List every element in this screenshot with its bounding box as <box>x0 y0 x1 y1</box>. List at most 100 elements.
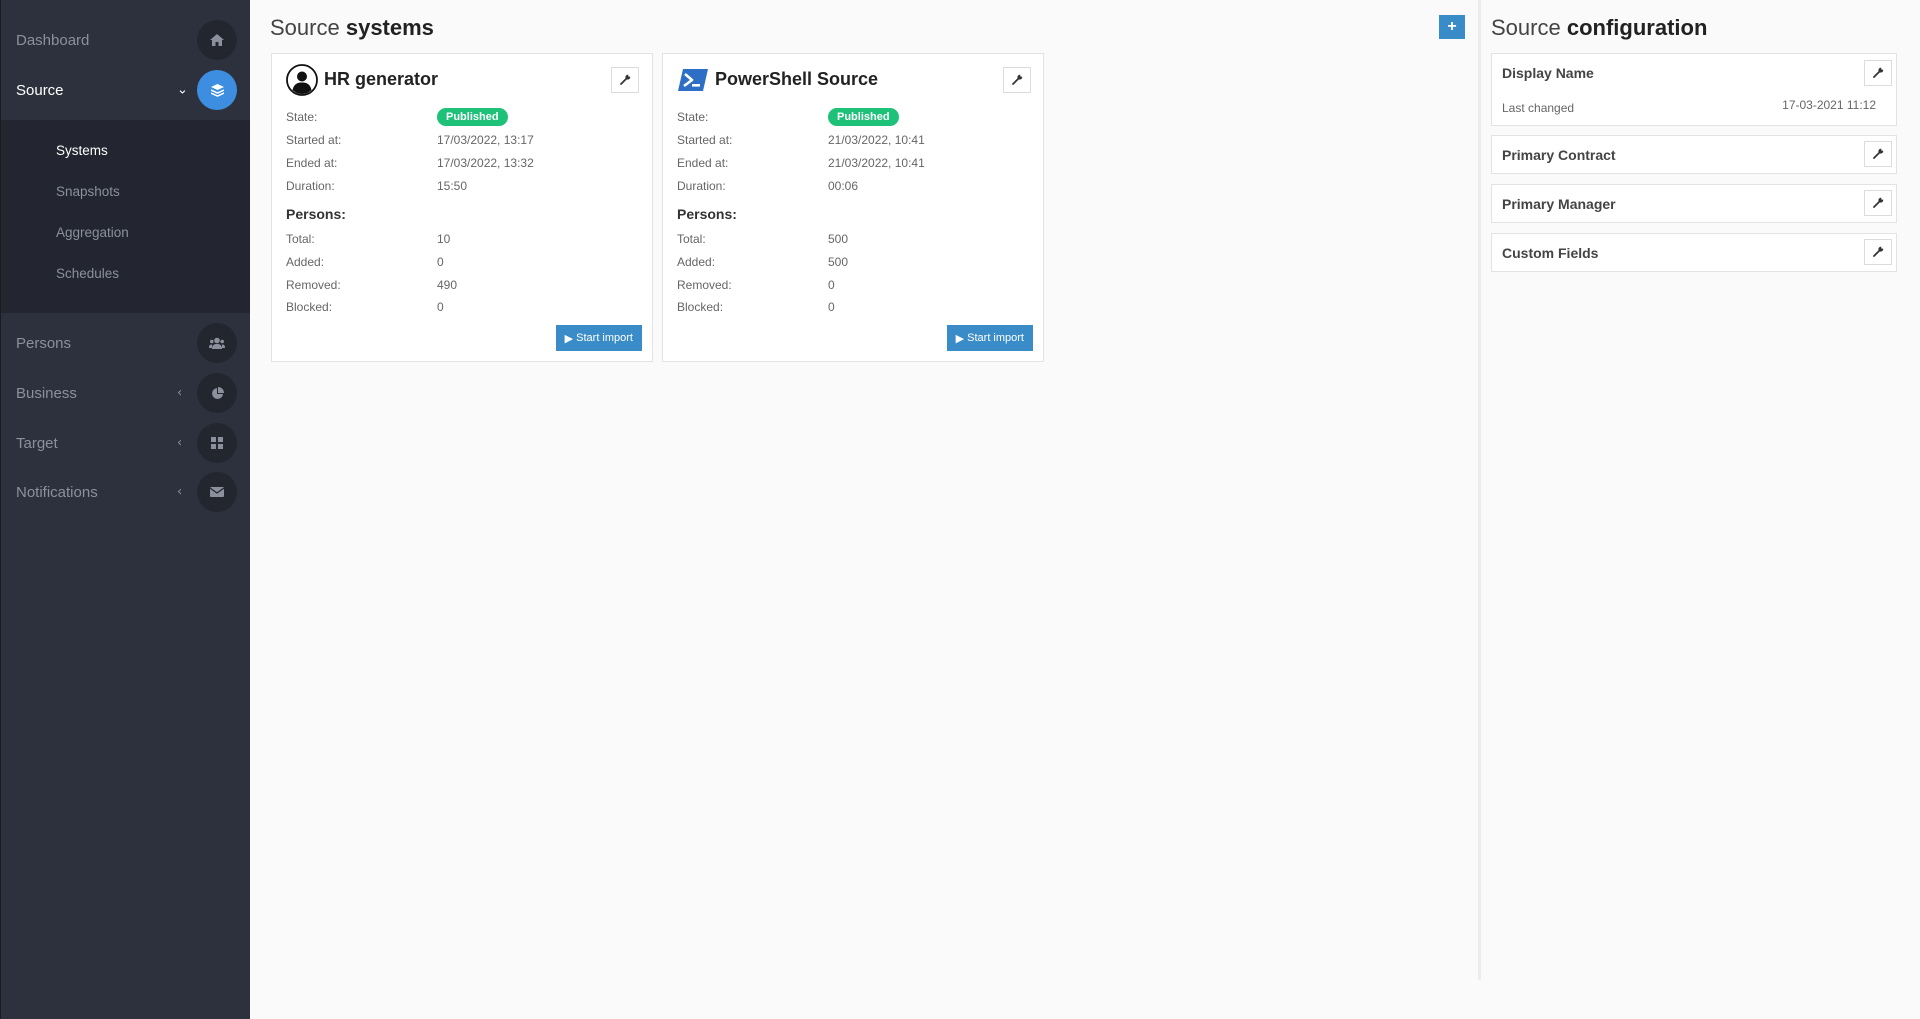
duration-value: 15:50 <box>437 179 468 193</box>
chevron-left-icon: ‹ <box>177 484 183 500</box>
last-changed-label: Last changed <box>1502 101 1575 115</box>
sidebar-item-label: Notifications <box>16 483 98 501</box>
added-value: 500 <box>828 255 849 269</box>
ended-label: Ended at: <box>677 156 729 170</box>
persons-heading: Persons: <box>286 206 346 222</box>
config-card-title: Custom Fields <box>1502 245 1599 261</box>
total-label: Total: <box>286 232 315 246</box>
start-import-label: Start import <box>576 332 633 344</box>
submenu-item-snapshots[interactable]: Snapshots <box>56 184 120 199</box>
start-import-button[interactable]: ▶ Start import <box>555 325 642 351</box>
add-system-button[interactable]: + <box>1439 15 1465 39</box>
removed-label: Removed: <box>286 278 341 292</box>
added-value: 0 <box>437 255 444 269</box>
removed-value: 490 <box>437 278 458 292</box>
envelope-icon <box>197 472 237 512</box>
duration-value: 00:06 <box>828 179 859 193</box>
config-title-light: Source <box>1491 15 1561 40</box>
edit-config-button[interactable] <box>1864 239 1892 265</box>
play-icon: ▶ <box>564 332 574 345</box>
source-system-card: HR generator State: Published Started at… <box>271 53 653 362</box>
powershell-icon <box>677 64 709 96</box>
wrench-icon <box>619 73 631 88</box>
status-badge: Published <box>828 108 899 126</box>
ended-value: 17/03/2022, 13:32 <box>437 156 534 170</box>
blocked-label: Blocked: <box>286 300 333 314</box>
started-value: 17/03/2022, 13:17 <box>437 133 534 147</box>
plus-icon: + <box>1447 18 1457 35</box>
removed-value: 0 <box>828 278 835 292</box>
users-icon <box>197 323 237 363</box>
duration-label: Duration: <box>677 179 726 193</box>
pie-chart-icon <box>197 373 237 413</box>
config-panel: Source configuration Display Name Last c… <box>1481 0 1920 1019</box>
config-card-title: Primary Manager <box>1502 196 1616 212</box>
start-import-button[interactable]: ▶ Start import <box>946 325 1033 351</box>
status-badge: Published <box>437 108 508 126</box>
home-icon <box>197 20 237 60</box>
total-value: 10 <box>437 232 451 246</box>
state-label: State: <box>286 110 318 124</box>
sidebar-item-business[interactable]: Business ‹ <box>1 369 251 417</box>
source-submenu: Systems Snapshots Aggregation Schedules <box>1 120 251 313</box>
sidebar-item-label: Source <box>16 81 64 99</box>
page-title-bold: systems <box>345 15 434 40</box>
submenu-item-systems[interactable]: Systems <box>56 143 108 158</box>
added-label: Added: <box>286 255 325 269</box>
card-title: HR generator <box>324 69 439 89</box>
state-label: State: <box>677 110 709 124</box>
total-label: Total: <box>677 232 706 246</box>
main-content: Source systems HR generator State: Publi… <box>250 0 1478 1019</box>
last-changed-date: 17-03-2021 11:12 <box>1782 98 1876 112</box>
config-title: Source configuration <box>1491 15 1707 41</box>
config-card-primary-contract[interactable]: Primary Contract <box>1491 135 1897 174</box>
edit-system-button[interactable] <box>1003 67 1031 93</box>
edit-config-button[interactable] <box>1864 141 1892 167</box>
started-label: Started at: <box>286 133 342 147</box>
added-label: Added: <box>677 255 716 269</box>
source-system-card: PowerShell Source State: Published Start… <box>662 53 1044 362</box>
blocked-label: Blocked: <box>677 300 724 314</box>
sidebar-item-persons[interactable]: Persons <box>1 319 251 367</box>
config-card-display-name[interactable]: Display Name Last changed 17-03-2021 11:… <box>1491 53 1897 126</box>
config-card-title: Primary Contract <box>1502 147 1616 163</box>
edit-config-button[interactable] <box>1864 60 1892 86</box>
sidebar-item-notifications[interactable]: Notifications ‹ <box>1 468 251 516</box>
user-avatar-icon <box>286 64 318 96</box>
config-card-title: Display Name <box>1502 65 1594 81</box>
play-icon: ▶ <box>955 332 965 345</box>
started-value: 21/03/2022, 10:41 <box>828 133 925 147</box>
wrench-icon <box>1872 147 1884 162</box>
edit-system-button[interactable] <box>611 67 639 93</box>
sidebar-item-label: Target <box>16 434 58 452</box>
sidebar-item-target[interactable]: Target ‹ <box>1 419 251 467</box>
ended-label: Ended at: <box>286 156 338 170</box>
wrench-icon <box>1872 66 1884 81</box>
sidebar-item-label: Business <box>16 384 77 402</box>
sidebar-item-label: Persons <box>16 334 72 352</box>
config-card-primary-manager[interactable]: Primary Manager <box>1491 184 1897 223</box>
submenu-item-schedules[interactable]: Schedules <box>56 266 119 281</box>
wrench-icon <box>1872 245 1884 260</box>
grid-icon <box>197 423 237 463</box>
submenu-item-aggregation[interactable]: Aggregation <box>56 225 129 240</box>
chevron-left-icon: ‹ <box>177 385 183 401</box>
started-label: Started at: <box>677 133 733 147</box>
persons-heading: Persons: <box>677 206 737 222</box>
duration-label: Duration: <box>286 179 335 193</box>
wrench-icon <box>1011 73 1023 88</box>
edit-config-button[interactable] <box>1864 190 1892 216</box>
layers-icon <box>197 70 237 110</box>
start-import-label: Start import <box>967 332 1024 344</box>
sidebar-item-dashboard[interactable]: Dashboard <box>1 16 251 64</box>
config-title-bold: configuration <box>1566 15 1708 40</box>
chevron-down-icon: ⌄ <box>177 82 188 98</box>
card-title: PowerShell Source <box>715 69 879 89</box>
config-card-custom-fields[interactable]: Custom Fields <box>1491 233 1897 272</box>
sidebar: Dashboard Source ⌄ Systems Snapshots Agg… <box>0 0 251 1019</box>
sidebar-item-label: Dashboard <box>16 31 90 49</box>
wrench-icon <box>1872 196 1884 211</box>
blocked-value: 0 <box>437 300 444 314</box>
total-value: 500 <box>828 232 849 246</box>
sidebar-item-source[interactable]: Source ⌄ <box>1 66 251 114</box>
